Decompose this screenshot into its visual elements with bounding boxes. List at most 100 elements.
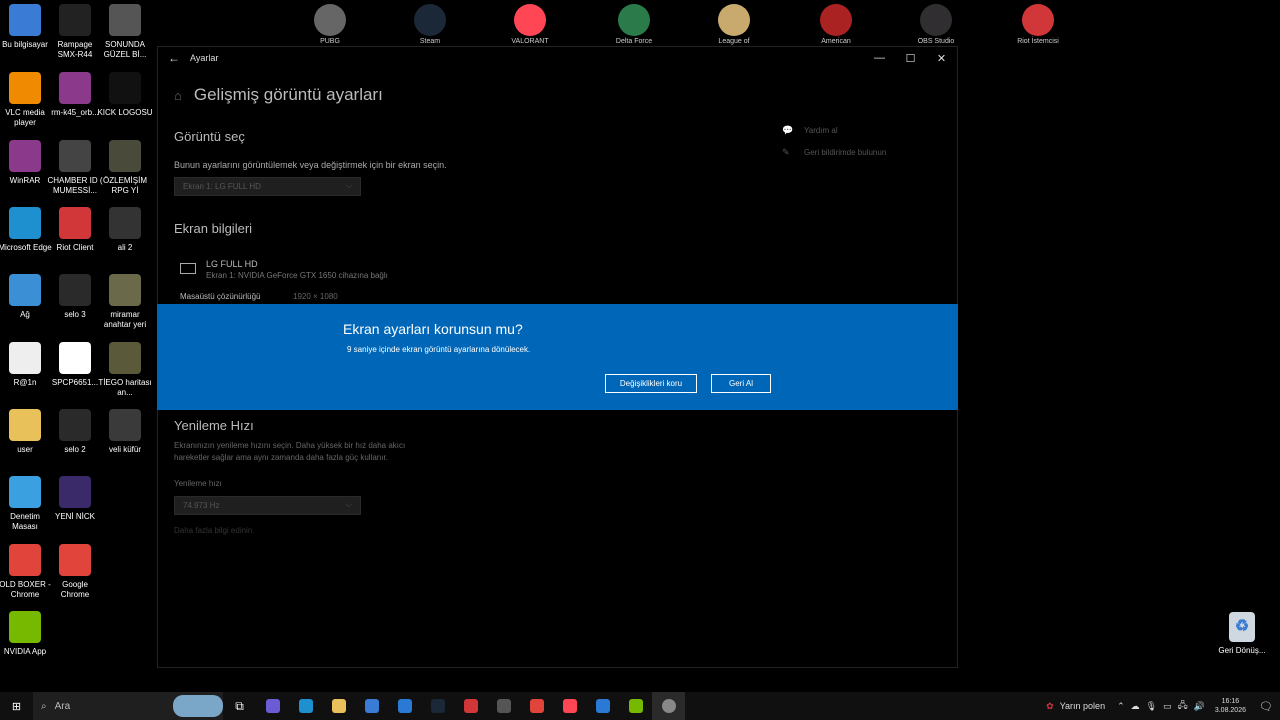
image-icon [59, 274, 91, 306]
taskbar-app[interactable] [619, 692, 652, 720]
chrome-icon [9, 544, 41, 576]
notification-icon[interactable]: 🗨 [1252, 700, 1280, 713]
help-icon: 💬 [782, 125, 794, 135]
taskbar-app[interactable] [652, 692, 685, 720]
desktop-shortcut[interactable]: American [806, 4, 866, 45]
taskbar-app[interactable] [256, 692, 289, 720]
desktop-icon[interactable]: KICK LOGOSU [97, 72, 153, 118]
edge-icon [9, 207, 41, 239]
taskbar-app[interactable] [487, 692, 520, 720]
start-button[interactable]: ⊞ [0, 692, 33, 720]
desktop-icon-label: VLC media player [5, 108, 45, 127]
desktop-icon[interactable]: YENİ NİCK [47, 476, 103, 522]
feedback-link[interactable]: ✎ Geri bildirimde bulunun [782, 147, 886, 158]
desktop-icon[interactable]: VLC media player [0, 72, 53, 128]
desktop-icon[interactable]: selo 2 [47, 409, 103, 455]
desktop-icon[interactable]: NVIDIA App [0, 611, 53, 657]
desktop-shortcut[interactable]: VALORANT [500, 4, 560, 45]
desktop-icon[interactable]: SPCP6651... [47, 342, 103, 388]
weather-text[interactable]: Yarın polen [1060, 701, 1105, 711]
desktop-icon[interactable]: miramar anahtar yeri [97, 274, 153, 330]
chevron-up-icon[interactable]: ⌃ [1117, 701, 1125, 712]
image-icon [109, 274, 141, 306]
desktop-icon-label: selo 2 [64, 445, 86, 454]
desktop-shortcut[interactable]: League of [704, 4, 764, 45]
desktop-shortcut[interactable]: Delta Force [604, 4, 664, 45]
taskbar-app[interactable] [454, 692, 487, 720]
display-select[interactable]: Ekran 1: LG FULL HD ⌵ [174, 177, 361, 196]
taskbar-app[interactable] [553, 692, 586, 720]
desktop-shortcut[interactable]: OBS Studio [906, 4, 966, 45]
volume-icon[interactable]: 🔊 [1194, 701, 1205, 712]
desktop-icon[interactable]: user [0, 409, 53, 455]
desktop-shortcut[interactable]: PUBG [300, 4, 360, 45]
resolution-label: Masaüstü çözünürlüğü [180, 292, 261, 301]
desktop-icon[interactable]: OLD BOXER - Chrome [0, 544, 53, 600]
desktop-icon[interactable]: TİEGO haritası an... [97, 342, 153, 398]
recycle-bin[interactable]: ♻ Geri Dönüş... [1214, 612, 1270, 656]
home-icon[interactable]: ⌂ [174, 88, 182, 103]
cloud-icon[interactable]: ☁ [1131, 701, 1140, 712]
refresh-rate-select[interactable]: 74.973 Hz ⌵ [174, 496, 361, 515]
nvidia-icon [9, 611, 41, 643]
image-icon [109, 207, 141, 239]
taskbar-app[interactable] [520, 692, 553, 720]
search-box[interactable]: ⌕ Ara [33, 692, 223, 720]
winrar-icon [59, 72, 91, 104]
close-button[interactable]: ✕ [926, 47, 957, 69]
desktop-icon-label: veli küfür [108, 445, 141, 454]
taskbar-app[interactable] [586, 692, 619, 720]
refresh-description-2: hareketler sağlar ama aynı zamanda daha … [174, 453, 388, 462]
desktop-icon[interactable]: Bu bilgisayar [0, 4, 53, 50]
desktop-icon[interactable]: rm-k45_orb... [47, 72, 103, 118]
desktop-icon[interactable]: Ağ [0, 274, 53, 320]
learn-more-link[interactable]: Daha fazla bilgi edinin [174, 526, 252, 535]
battery-icon[interactable]: ▭ [1163, 701, 1172, 712]
desktop-icon[interactable]: R@1n [0, 342, 53, 388]
desktop-icon-label: Ağ [20, 310, 30, 319]
taskbar-app[interactable] [388, 692, 421, 720]
desktop-icon[interactable]: Microsoft Edge [0, 207, 53, 253]
desktop-icon[interactable]: Riot Client [47, 207, 103, 253]
maximize-button[interactable]: ☐ [895, 47, 926, 69]
resolution-value: 1920 × 1080 [293, 292, 338, 301]
desktop-shortcut-label: VALORANT [511, 38, 549, 45]
page-heading: ⌂ Gelişmiş görüntü ayarları [174, 85, 383, 105]
image-icon [59, 409, 91, 441]
taskbar-app[interactable] [289, 692, 322, 720]
vlc-icon [9, 72, 41, 104]
task-view-button[interactable]: ⧉ [223, 692, 256, 720]
desktop-icon[interactable]: Google Chrome [47, 544, 103, 600]
desktop-icon[interactable]: veli küfür [97, 409, 153, 455]
desktop-icon[interactable]: WinRAR [0, 140, 53, 186]
monitor-icon [180, 263, 196, 274]
desktop-icon[interactable]: Rampage SMX-R44 [47, 4, 103, 60]
back-arrow-icon[interactable]: ← [158, 51, 190, 65]
computer-icon [9, 4, 41, 36]
window-title: Ayarlar [190, 53, 219, 63]
desktop-icon[interactable]: selo 3 [47, 274, 103, 320]
taskbar-app[interactable] [355, 692, 388, 720]
app-icon [298, 699, 313, 713]
revert-button[interactable]: Geri Al [711, 374, 771, 393]
app-icon [628, 699, 643, 713]
chevron-down-icon: ⌵ [345, 500, 352, 509]
desktop-icon[interactable]: ÖZLEMİŞİM RPG Yİ [97, 140, 153, 196]
keep-changes-button[interactable]: Değişiklikleri koru [605, 374, 697, 393]
desktop-icon[interactable]: CHAMBER ID ( MUMESSİ... [47, 140, 103, 196]
desktop-icon[interactable]: SONUNDA GÜZEL Bİ... [97, 4, 153, 60]
network-icon[interactable]: 🖧 [1178, 698, 1188, 714]
app-icon [496, 699, 511, 713]
desktop-shortcut[interactable]: Riot İstemcisi [1008, 4, 1068, 45]
minimize-button[interactable]: — [864, 47, 895, 69]
help-link[interactable]: 💬 Yardım al [782, 125, 886, 136]
search-placeholder: Ara [54, 700, 71, 712]
desktop-icon[interactable]: ali 2 [97, 207, 153, 253]
desktop-shortcut[interactable]: Steam [400, 4, 460, 45]
taskbar-app[interactable] [421, 692, 454, 720]
clock[interactable]: 16:16 3.08.2026 [1209, 697, 1252, 715]
desktop-icon[interactable]: Denetim Masası [0, 476, 53, 532]
taskbar-app[interactable] [322, 692, 355, 720]
dialog-title: Ekran ayarları korunsun mu? [343, 321, 523, 337]
microphone-icon[interactable]: 🎙 [1146, 701, 1157, 712]
